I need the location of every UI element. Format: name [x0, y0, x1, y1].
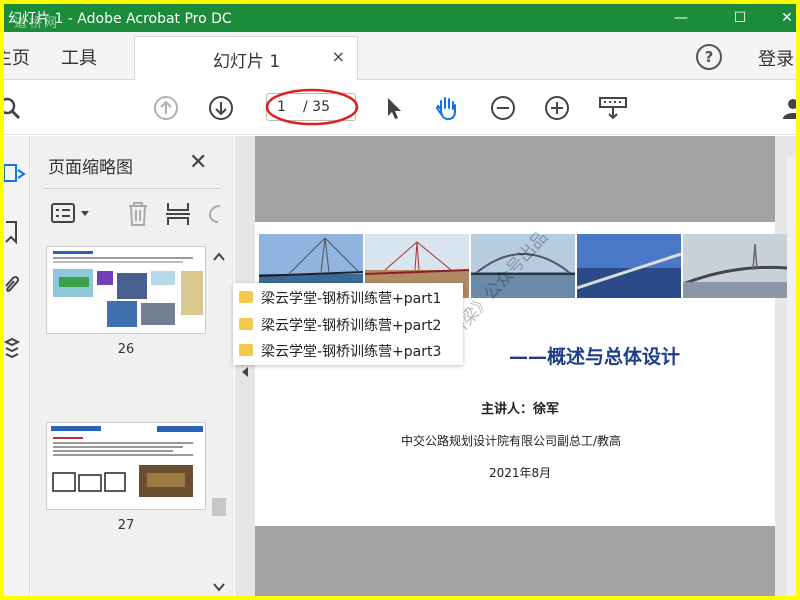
document-viewer[interactable]: ——概述与总体设计 主讲人：徐军 中交公路规划设计院有限公司副总工/教高 202…: [235, 136, 796, 596]
slide-company: 中交公路规划设计院有限公司副总工/教高: [401, 434, 622, 448]
folder-icon: [239, 318, 253, 330]
search-icon[interactable]: [4, 95, 22, 121]
bookmark-item[interactable]: 梁云学堂-钢桥训练营+part3: [233, 338, 463, 364]
keyboard-icon[interactable]: [598, 95, 628, 121]
tab-close-button[interactable]: ×: [332, 47, 345, 66]
slide-page: ——概述与总体设计 主讲人：徐军 中交公路规划设计院有限公司副总工/教高 202…: [255, 222, 787, 526]
bookmark-item[interactable]: 梁云学堂-钢桥训练营+part1: [233, 285, 463, 311]
bridge-photo: [577, 234, 681, 298]
scroll-thumb[interactable]: [212, 498, 226, 516]
thumbnail-list: 26 27: [31, 246, 234, 596]
thumbnail-scrollbar[interactable]: [209, 248, 229, 596]
bookmark-label: 梁云学堂-钢桥训练营+part1: [261, 291, 442, 307]
help-icon[interactable]: ?: [696, 44, 722, 70]
tools-menu[interactable]: 工具: [61, 44, 97, 70]
bookmark-label: 梁云学堂-钢桥训练营+part2: [261, 318, 442, 334]
zoom-out-icon[interactable]: [490, 95, 516, 121]
page-down-icon[interactable]: [208, 95, 234, 121]
viewer-scrollbar[interactable]: [787, 156, 796, 596]
rotate-page-icon[interactable]: [206, 200, 222, 228]
scroll-up-arrow-icon[interactable]: [213, 252, 225, 262]
page-thumbnails-panel: 页面缩略图 ✕ 26 27: [31, 136, 234, 596]
watermark-text: 道桥网: [14, 16, 60, 31]
panel-close-button[interactable]: ✕: [189, 150, 207, 175]
page-margin-top: [255, 136, 775, 222]
thumbnail-page-number: 26: [117, 342, 135, 357]
page-margin-bottom: [255, 526, 775, 596]
thumbnail-options-icon[interactable]: [50, 200, 94, 228]
bridge-photo: [683, 234, 787, 298]
page-thumbnails-icon[interactable]: [4, 162, 26, 186]
title-bar: 幻灯片 1 - Adobe Acrobat Pro DC 道桥网 — ☐ ✕: [4, 4, 796, 32]
document-tab[interactable]: 幻灯片 1 ×: [134, 36, 358, 80]
bookmark-item[interactable]: 梁云学堂-钢桥训练营+part2: [233, 312, 463, 338]
scroll-down-arrow-icon[interactable]: [213, 582, 225, 592]
thumbnail-page-number: 27: [117, 518, 135, 533]
close-window-button[interactable]: ✕: [764, 4, 796, 32]
page-thumbnail[interactable]: [46, 422, 206, 510]
panel-divider: [44, 188, 220, 189]
bookmark-popup: 梁云学堂-钢桥训练营+part1 梁云学堂-钢桥训练营+part2 梁云学堂-钢…: [233, 283, 463, 365]
bookmark-label: 梁云学堂-钢桥训练营+part3: [261, 344, 442, 360]
folder-icon: [239, 291, 253, 303]
slide-presenter: 主讲人：徐军: [481, 402, 560, 417]
slide-date: 2021年8月: [489, 466, 552, 480]
user-icon[interactable]: [780, 95, 796, 121]
maximize-button[interactable]: ☐: [717, 4, 763, 32]
login-button[interactable]: 登录: [758, 45, 794, 71]
tab-label: 幻灯片 1: [213, 52, 281, 72]
menu-bar: 主页 工具 幻灯片 1 × ? 登录: [4, 32, 796, 80]
hand-tool-icon[interactable]: [434, 95, 460, 121]
folder-icon: [239, 344, 253, 356]
layers-icon[interactable]: [4, 336, 26, 360]
panel-title: 页面缩略图: [48, 158, 133, 178]
insert-page-icon[interactable]: [164, 200, 192, 228]
slide-title: ——概述与总体设计: [509, 346, 681, 368]
delete-page-icon[interactable]: [124, 200, 152, 228]
bookmark-icon[interactable]: [4, 220, 26, 244]
attachment-icon[interactable]: [4, 272, 26, 296]
collapse-panel-arrow-icon[interactable]: [240, 366, 250, 378]
page-thumbnail[interactable]: [46, 246, 206, 334]
acrobat-window: 幻灯片 1 - Adobe Acrobat Pro DC 道桥网 — ☐ ✕ 主…: [4, 4, 796, 596]
select-cursor-icon[interactable]: [381, 95, 407, 121]
red-highlight-ellipse: [265, 88, 359, 126]
navigation-rail: [4, 136, 30, 596]
minimize-button[interactable]: —: [658, 4, 704, 32]
page-up-icon[interactable]: [153, 95, 179, 121]
zoom-in-icon[interactable]: [544, 95, 570, 121]
toolbar: 1 / 35: [4, 81, 796, 135]
home-menu[interactable]: 主页: [4, 44, 30, 70]
